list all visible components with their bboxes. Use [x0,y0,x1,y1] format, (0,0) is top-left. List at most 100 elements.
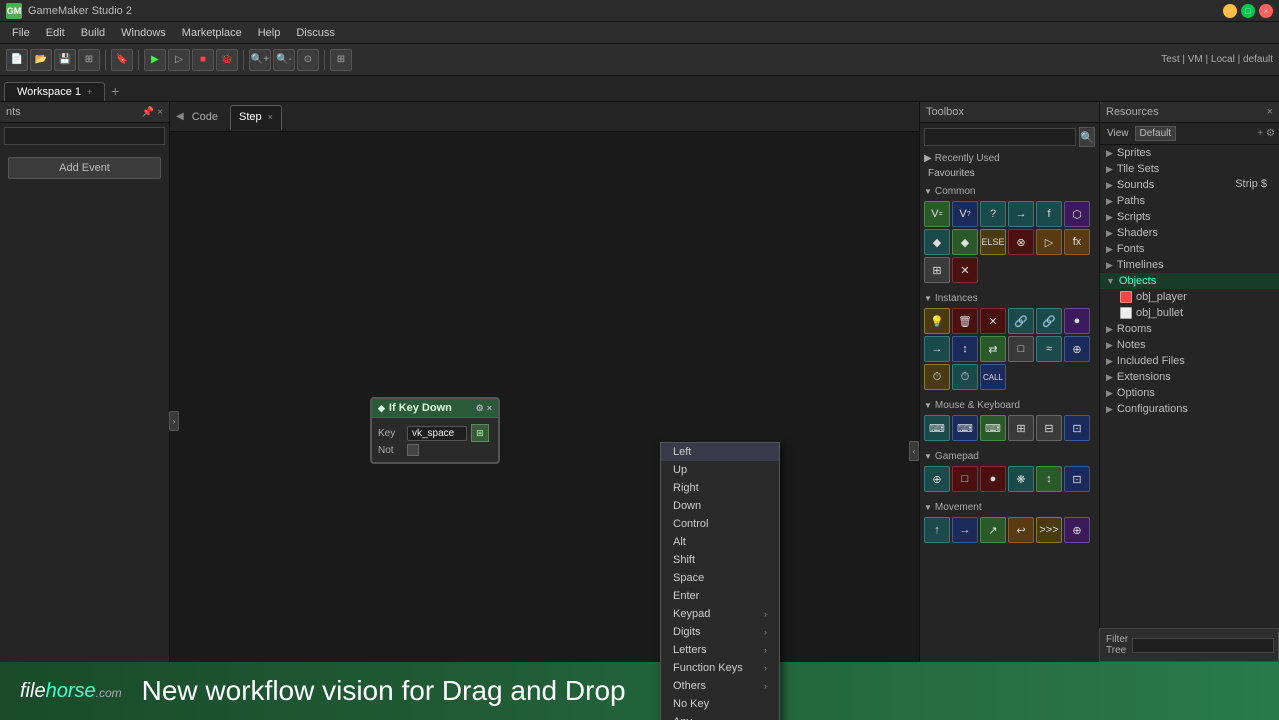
tool-inst13[interactable]: ⏱ [924,364,950,390]
menu-discuss[interactable]: Discuss [288,25,343,41]
tool-inst3[interactable]: ✕ [980,308,1006,334]
tool-inst6[interactable]: ● [1064,308,1090,334]
tool-mk1[interactable]: ⌨ [924,415,950,441]
tool-mv1[interactable]: ↑ [924,517,950,543]
dropdown-item-letters[interactable]: Letters › [661,641,779,659]
tool-grid[interactable]: ⊞ [924,257,950,283]
tool-gp6[interactable]: ⊡ [1064,466,1090,492]
menu-edit[interactable]: Edit [38,25,73,41]
menu-file[interactable]: File [4,25,38,41]
resources-fonts[interactable]: ▶Fonts [1100,241,1279,257]
tool-inst5[interactable]: 🔗 [1036,308,1062,334]
tool-inst2[interactable]: 🗑 [952,308,978,334]
toolbar-play2[interactable]: ▷ [168,49,190,71]
toolbar-zoom-reset[interactable]: ⊙ [297,49,319,71]
favourites-row[interactable]: Favourites [920,166,1099,181]
tool-gp5[interactable]: ↕ [1036,466,1062,492]
movement-header[interactable]: ▼ Movement [924,500,1095,515]
toolbar-new[interactable]: 📄 [6,49,28,71]
toolbar-save2[interactable]: 🔖 [111,49,133,71]
resources-add-btn[interactable]: + [1257,128,1263,139]
resources-objects[interactable]: ▼Objects [1100,273,1279,289]
resources-notes[interactable]: ▶Notes [1100,337,1279,353]
resources-obj-player[interactable]: obj_player [1100,289,1279,305]
tool-inst4[interactable]: 🔗 [1008,308,1034,334]
dropdown-item-any[interactable]: Any [661,713,779,720]
tool-inst14[interactable]: ⏱ [952,364,978,390]
tool-mk4[interactable]: ⊞ [1008,415,1034,441]
gamepad-header[interactable]: ▼ Gamepad [924,449,1095,464]
tool-mv6[interactable]: ⊕ [1064,517,1090,543]
tool-x[interactable]: ✕ [952,257,978,283]
tool-inst15[interactable]: CALL [980,364,1006,390]
resources-rooms[interactable]: ▶Rooms [1100,321,1279,337]
tool-mv5[interactable]: >>> [1036,517,1062,543]
resources-sprites[interactable]: ▶Sprites [1100,145,1279,161]
minimize-button[interactable]: − [1223,4,1237,18]
dropdown-item-keypad[interactable]: Keypad › [661,605,779,623]
tool-mk3[interactable]: ⌨ [980,415,1006,441]
toolbar-save-all[interactable]: ⊞ [78,49,100,71]
resources-default-select[interactable]: Default [1135,126,1177,141]
tool-mv4[interactable]: ↩ [1008,517,1034,543]
tool-gp4[interactable]: ❋ [1008,466,1034,492]
menu-help[interactable]: Help [250,25,289,41]
close-button[interactable]: × [1259,4,1273,18]
dnd-block-settings[interactable]: ⚙ [476,403,484,414]
toolbox-search-input[interactable] [924,128,1076,146]
tool-inst10[interactable]: □ [1008,336,1034,362]
resources-shaders[interactable]: ▶Shaders [1100,225,1279,241]
events-search-input[interactable] [4,127,165,145]
toolbar-grid[interactable]: ⊞ [330,49,352,71]
tool-mk5[interactable]: ⊟ [1036,415,1062,441]
dropdown-item-shift[interactable]: Shift [661,551,779,569]
tool-inst12[interactable]: ⊕ [1064,336,1090,362]
resources-obj-bullet[interactable]: obj_bullet [1100,305,1279,321]
menu-windows[interactable]: Windows [113,25,174,41]
tool-gp3[interactable]: ● [980,466,1006,492]
resources-close[interactable]: × [1267,106,1273,118]
dropdown-item-down[interactable]: Down [661,497,779,515]
resources-scripts[interactable]: ▶Scripts [1100,209,1279,225]
resources-configurations[interactable]: ▶Configurations [1100,401,1279,417]
add-event-button[interactable]: Add Event [8,157,161,179]
tool-inst7[interactable]: → [924,336,950,362]
tool-gp2[interactable]: □ [952,466,978,492]
workspace-tab[interactable]: Workspace 1 + [4,82,105,101]
tool-mk6[interactable]: ⊡ [1064,415,1090,441]
tool-fx[interactable]: fx [1064,229,1090,255]
maximize-button[interactable]: □ [1241,4,1255,18]
toolbar-debug[interactable]: 🐞 [216,49,238,71]
code-canvas[interactable]: ◆ If Key Down ⚙ × Key vk_space ⊞ [170,132,919,720]
tool-inst8[interactable]: ↕ [952,336,978,362]
tool-mv2[interactable]: → [952,517,978,543]
toolbar-zoom-out[interactable]: 🔍- [273,49,295,71]
toolbar-save[interactable]: 💾 [54,49,76,71]
dropdown-item-alt[interactable]: Alt [661,533,779,551]
tool-var-set[interactable]: V= [924,201,950,227]
dropdown-item-right[interactable]: Right [661,479,779,497]
mouse-keyboard-header[interactable]: ▼ Mouse & Keyboard [924,398,1095,413]
toolbar-zoom-in[interactable]: 🔍+ [249,49,271,71]
tool-if2[interactable]: ◆ [952,229,978,255]
resources-gear-btn[interactable]: ⚙ [1266,128,1275,139]
recently-used-header[interactable]: ▶ Recently Used [920,151,1099,166]
menu-marketplace[interactable]: Marketplace [174,25,250,41]
dropdown-item-up[interactable]: Up [661,461,779,479]
not-checkbox[interactable] [407,444,419,456]
tool-mv3[interactable]: ↗ [980,517,1006,543]
tool-else[interactable]: ELSE [980,229,1006,255]
dropdown-item-digits[interactable]: Digits › [661,623,779,641]
events-panel-pin[interactable]: 📌 [142,107,154,118]
tool-play[interactable]: ▷ [1036,229,1062,255]
code-area-collapse-right[interactable]: ‹ [909,441,919,461]
resources-options[interactable]: ▶Options [1100,385,1279,401]
dropdown-item-function-keys[interactable]: Function Keys › [661,659,779,677]
tool-func[interactable]: f [1036,201,1062,227]
add-workspace-tab[interactable]: + [105,81,125,101]
tool-execute[interactable]: → [1008,201,1034,227]
tool-random[interactable]: ⬡ [1064,201,1090,227]
tool-inst11[interactable]: ≈ [1036,336,1062,362]
resources-included-files[interactable]: ▶Included Files [1100,353,1279,369]
tool-mk2[interactable]: ⌨ [952,415,978,441]
